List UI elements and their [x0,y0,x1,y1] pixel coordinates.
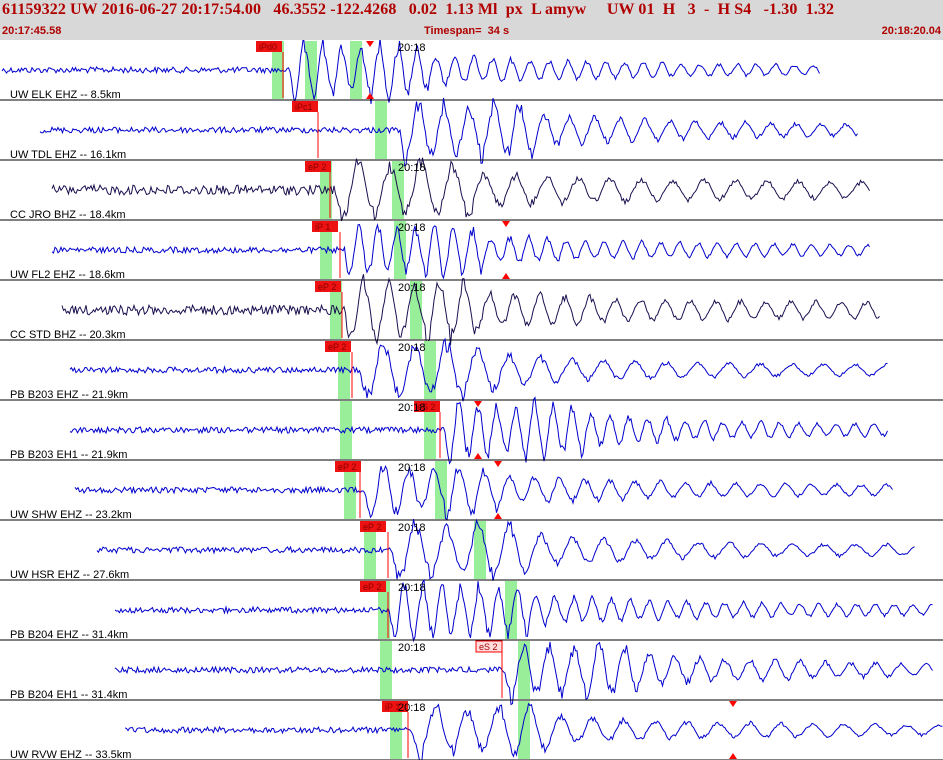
event-title: 61159322 UW 2016-06-27 20:17:54.00 46.35… [2,1,835,18]
amp-marker-bottom [729,753,737,759]
pick-label: iPc1 [295,102,313,112]
amp-marker-bottom [494,513,502,519]
time-tick-label: 20:18 [398,522,426,534]
waveform-trace [51,223,870,280]
pick-window [474,521,486,579]
header-bar: 61159322 UW 2016-06-27 20:17:54.00 46.35… [0,0,943,40]
trace-row[interactable]: eP 2 20:18 UW SHW EHZ -- 23.2km [0,461,943,521]
station-label: UW FL2 EHZ -- 18.6km [10,269,125,281]
waveform-trace [51,157,870,222]
station-label: UW SHW EHZ -- 23.2km [10,509,132,521]
pick-label: eP 2 [338,462,356,472]
time-tick-label: 20:18 [398,162,426,174]
pick-window [375,101,387,159]
station-label: CC JRO BHZ -- 18.4km [10,209,126,221]
station-label: PB B204 EHZ -- 31.4km [10,629,128,641]
trace-row[interactable]: eP 2 20:18 PB B203 EHZ -- 21.9km [0,337,943,402]
pick-label: eP 2 [308,162,326,172]
amp-marker-top [729,701,737,707]
end-time-label: 20:18:20.04 [881,25,941,37]
time-tick-label: 20:18 [398,642,426,654]
start-time-label: 20:17:45.58 [2,25,62,37]
trace-row[interactable]: eP 2 20:18 CC JRO BHZ -- 18.4km [0,157,943,222]
waveform-trace [69,396,888,465]
waveform-trace [96,518,915,581]
pick-label: eP 2 [363,582,381,592]
seismogram-panel[interactable]: iPd0 20:18 UW ELK EHZ -- 8.5km iPc1 UW TDL E… [0,40,943,760]
amp-marker-bottom [502,273,510,279]
timespan-label: Timespan= 34 s [424,25,510,37]
pick-label: eP 2 [363,522,381,532]
waveform-trace [114,578,933,643]
time-tick-label: 20:18 [398,582,426,594]
pick-label: iPd0 [259,42,277,52]
pick-label: eP 2 [318,282,336,292]
waveform-trace [124,702,943,760]
station-label: UW HSR EHZ -- 27.6km [10,569,129,581]
time-tick-label: 20:18 [398,222,426,234]
pick-label: eS 2 [479,642,498,652]
station-label: UW RVW EHZ -- 33.5km [10,749,131,760]
station-label: PB B203 EHZ -- 21.9km [10,389,128,401]
pick-label: iP 1 [315,222,330,232]
time-tick-label: 20:18 [398,702,426,714]
trace-row[interactable]: iP 120:18UW RVW EHZ -- 33.5km [0,701,943,760]
amp-marker-bottom [474,453,482,459]
pick-window [518,641,530,699]
trace-row[interactable]: eP 2 20:18 UW HSR EHZ -- 27.6km [0,518,943,581]
trace-row[interactable]: iPc1 UW TDL EHZ -- 16.1km [0,97,943,167]
pick-label: eP 2 [328,342,346,352]
pick-window [305,41,317,99]
time-tick-label: 20:18 [398,402,426,414]
pick-window [424,341,436,399]
amp-marker-bottom [366,93,374,99]
trace-row[interactable]: eS 2 20:18 PB B204 EH1 -- 31.4km [0,640,943,706]
station-label: PB B204 EH1 -- 31.4km [10,689,127,701]
station-label: PB B203 EH1 -- 21.9km [10,449,127,461]
waveform-trace [69,337,888,402]
time-tick-label: 20:18 [398,462,426,474]
time-tick-label: 20:18 [398,342,426,354]
time-tick-label: 20:18 [398,282,426,294]
waveform-trace [39,97,858,167]
trace-row[interactable]: eP 2 20:18 CC STD BHZ -- 20.3km [0,274,943,347]
amp-marker-top [502,221,510,227]
station-label: UW TDL EHZ -- 16.1km [10,149,126,161]
station-label: UW ELK EHZ -- 8.5km [10,89,121,101]
amp-marker-top [474,401,482,407]
waveform-trace [61,274,880,347]
trace-row[interactable]: eP 2 20:18 PB B204 EHZ -- 31.4km [0,578,943,643]
waveform-trace [74,464,893,521]
trace-row[interactable]: iP 1 20:18 UW FL2 EHZ -- 18.6km [0,221,943,281]
trace-row[interactable]: iPd0 20:18 UW ELK EHZ -- 8.5km [0,40,943,104]
amp-marker-top [494,461,502,467]
pick-window [518,701,530,759]
trace-row[interactable]: eS 220:18PB B203 EH1 -- 21.9km [0,396,943,465]
amp-marker-top [366,41,374,47]
station-label: CC STD BHZ -- 20.3km [10,329,126,341]
time-tick-label: 20:18 [398,42,426,54]
